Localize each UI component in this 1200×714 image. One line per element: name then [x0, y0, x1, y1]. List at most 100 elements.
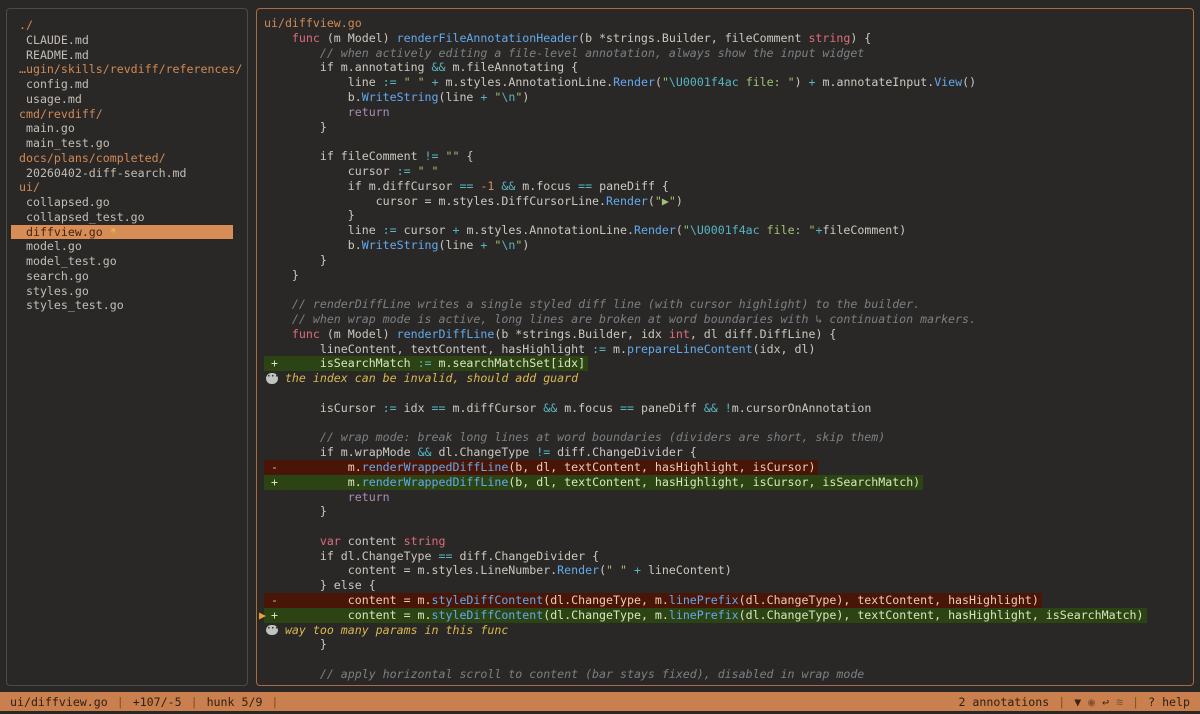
diff-line[interactable]: line := " " + m.styles.AnnotationLine.Re… — [264, 75, 1193, 90]
tree-item-label: main_test.go — [19, 136, 110, 150]
tree-item-dir[interactable]: …ugin/skills/revdiff/references/ — [7, 62, 247, 77]
annotation-line[interactable]: ··· way too many params in this func — [264, 623, 1193, 638]
diff-line-text: func (m Model) renderFileAnnotationHeade… — [264, 31, 871, 45]
tree-item-label: 20260402-diff-search.md — [19, 166, 187, 180]
diff-line-text: // when wrap mode is active, long lines … — [264, 312, 976, 326]
diff-line[interactable]: lineContent, textContent, hasHighlight :… — [264, 342, 1193, 357]
tree-item-label: cmd/revdiff/ — [19, 107, 103, 121]
diff-line-text: cursor := " " — [264, 164, 439, 178]
help-hint[interactable]: ? help — [1148, 695, 1190, 709]
status-right: 2 annotations | ▼ ◉ ↩ ≋ | ? help — [958, 695, 1190, 709]
tree-item-file[interactable]: 20260402-diff-search.md — [7, 166, 247, 181]
tree-item-label: config.md — [19, 77, 89, 91]
diff-pane[interactable]: ui/diffview.go func (m Model) renderFile… — [256, 8, 1194, 686]
diff-line-text: return — [264, 105, 390, 119]
diff-line-text: content = m.styleDiffContent(dl.ChangeTy… — [264, 608, 1144, 622]
diff-line[interactable]: + isSearchMatch := m.searchMatchSet[idx] — [264, 356, 1193, 371]
tree-item-file[interactable]: search.go — [7, 269, 247, 284]
diff-line[interactable]: } else { — [264, 578, 1193, 593]
diff-line[interactable] — [264, 134, 1193, 149]
diff-line[interactable]: } — [264, 637, 1193, 652]
status-separator: | — [1058, 695, 1065, 709]
tree-item-label: usage.md — [19, 92, 82, 106]
main-layout: ./ CLAUDE.md README.md…ugin/skills/revdi… — [0, 0, 1200, 686]
diff-line[interactable]: // when actively editing a file-level an… — [264, 46, 1193, 61]
tree-item-label: docs/plans/completed/ — [19, 151, 166, 165]
tree-item-dir[interactable]: ui/ — [7, 180, 247, 195]
diff-line[interactable]: } — [264, 504, 1193, 519]
tree-item-file[interactable]: model_test.go — [7, 254, 247, 269]
diff-line[interactable]: cursor := " " — [264, 164, 1193, 179]
diff-line[interactable]: // when wrap mode is active, long lines … — [264, 312, 1193, 327]
tree-item-file[interactable]: CLAUDE.md — [7, 33, 247, 48]
file-tree: ./ CLAUDE.md README.md…ugin/skills/revdi… — [7, 18, 247, 313]
diff-line[interactable]: return — [264, 490, 1193, 505]
tree-item-file[interactable]: main.go — [7, 121, 247, 136]
tree-item-dir[interactable]: cmd/revdiff/ — [7, 107, 247, 122]
tree-item-file[interactable]: config.md — [7, 77, 247, 92]
diff-line[interactable] — [264, 282, 1193, 297]
diff-line[interactable]: var content string — [264, 534, 1193, 549]
diff-line[interactable]: cursor = m.styles.DiffCursorLine.Render(… — [264, 194, 1193, 209]
status-hunk: hunk 5/9 — [207, 695, 263, 709]
status-separator: | — [117, 695, 124, 709]
diff-line-text: // when actively editing a file-level an… — [264, 46, 864, 60]
diff-line[interactable]: + m.renderWrappedDiffLine(b, dl, textCon… — [264, 475, 1193, 490]
diff-line[interactable]: if fileComment != "" { — [264, 149, 1193, 164]
tree-item-file[interactable]: diffview.go * — [11, 225, 233, 240]
diff-line[interactable]: line := cursor + m.styles.AnnotationLine… — [264, 223, 1193, 238]
tree-item-file[interactable]: styles.go — [7, 284, 247, 299]
diff-line[interactable] — [264, 652, 1193, 667]
diff-line[interactable]: - content = m.styleDiffContent(dl.Change… — [264, 593, 1193, 608]
diff-line[interactable]: if m.annotating && m.fileAnnotating { — [264, 60, 1193, 75]
tree-item-file[interactable]: collapsed_test.go — [7, 210, 247, 225]
diff-line[interactable]: b.WriteString(line + "\n") — [264, 238, 1193, 253]
tree-item-file[interactable]: styles_test.go — [7, 298, 247, 313]
diff-line[interactable]: - m.renderWrappedDiffLine(b, dl, textCon… — [264, 460, 1193, 475]
diff-line[interactable]: if m.wrapMode && dl.ChangeType != diff.C… — [264, 445, 1193, 460]
tree-item-dir[interactable]: docs/plans/completed/ — [7, 151, 247, 166]
diff-line[interactable]: return — [264, 105, 1193, 120]
tree-item-file[interactable]: README.md — [7, 48, 247, 63]
diff-line[interactable] — [264, 416, 1193, 431]
diff-line[interactable]: } — [264, 208, 1193, 223]
diff-line[interactable]: func (m Model) renderFileAnnotationHeade… — [264, 31, 1193, 46]
diff-line[interactable]: } — [264, 120, 1193, 135]
annotation-line[interactable]: ··· the index can be invalid, should add… — [264, 371, 1193, 386]
diff-line[interactable]: // renderDiffLine writes a single styled… — [264, 297, 1193, 312]
tree-item-file[interactable]: collapsed.go — [7, 195, 247, 210]
tree-item-label: main.go — [19, 121, 75, 135]
tree-item-label: README.md — [19, 48, 89, 62]
diff-line-text: // renderDiffLine writes a single styled… — [264, 297, 920, 311]
diff-line[interactable]: ▶+ content = m.styleDiffContent(dl.Chang… — [264, 608, 1193, 623]
diff-line[interactable]: // wrap mode: break long lines at word b… — [264, 430, 1193, 445]
wrap-lines-icon: ≋ — [1116, 695, 1123, 709]
diff-line[interactable]: b.WriteString(line + "\n") — [264, 90, 1193, 105]
added-line-sign: + — [271, 475, 278, 490]
diff-line[interactable] — [264, 519, 1193, 534]
diff-line[interactable]: if m.diffCursor == -1 && m.focus == pane… — [264, 179, 1193, 194]
diff-line[interactable]: func (m Model) renderDiffLine(b *strings… — [264, 327, 1193, 342]
diff-line-text: // wrap mode: break long lines at word b… — [264, 430, 885, 444]
tree-item-label: collapsed_test.go — [19, 210, 145, 224]
tree-item-file[interactable]: model.go — [7, 239, 247, 254]
diff-line-text: if m.diffCursor == -1 && m.focus == pane… — [264, 179, 669, 193]
tree-item-label: styles_test.go — [19, 298, 124, 312]
diff-line[interactable]: content = m.styles.LineNumber.Render(" "… — [264, 563, 1193, 578]
tree-item-file[interactable]: main_test.go — [7, 136, 247, 151]
tree-item-label: ./ — [19, 18, 33, 32]
diff-line-text: b.WriteString(line + "\n") — [264, 238, 529, 252]
tree-item-file[interactable]: usage.md — [7, 92, 247, 107]
diff-line[interactable]: if dl.ChangeType == diff.ChangeDivider { — [264, 549, 1193, 564]
tree-item-label: CLAUDE.md — [19, 33, 89, 47]
diff-line[interactable]: // apply horizontal scroll to content (b… — [264, 667, 1193, 682]
tree-item-dir[interactable]: ./ — [7, 18, 247, 33]
added-line-sign: + — [271, 608, 278, 623]
diff-line[interactable]: } — [264, 253, 1193, 268]
diff-line[interactable]: } — [264, 268, 1193, 283]
diff-line-text: line := " " + m.styles.AnnotationLine.Re… — [264, 75, 976, 89]
diff-line-text: } — [264, 208, 355, 222]
diff-line[interactable] — [264, 386, 1193, 401]
diff-line-text: } — [264, 504, 327, 518]
diff-line[interactable]: isCursor := idx == m.diffCursor && m.foc… — [264, 401, 1193, 416]
